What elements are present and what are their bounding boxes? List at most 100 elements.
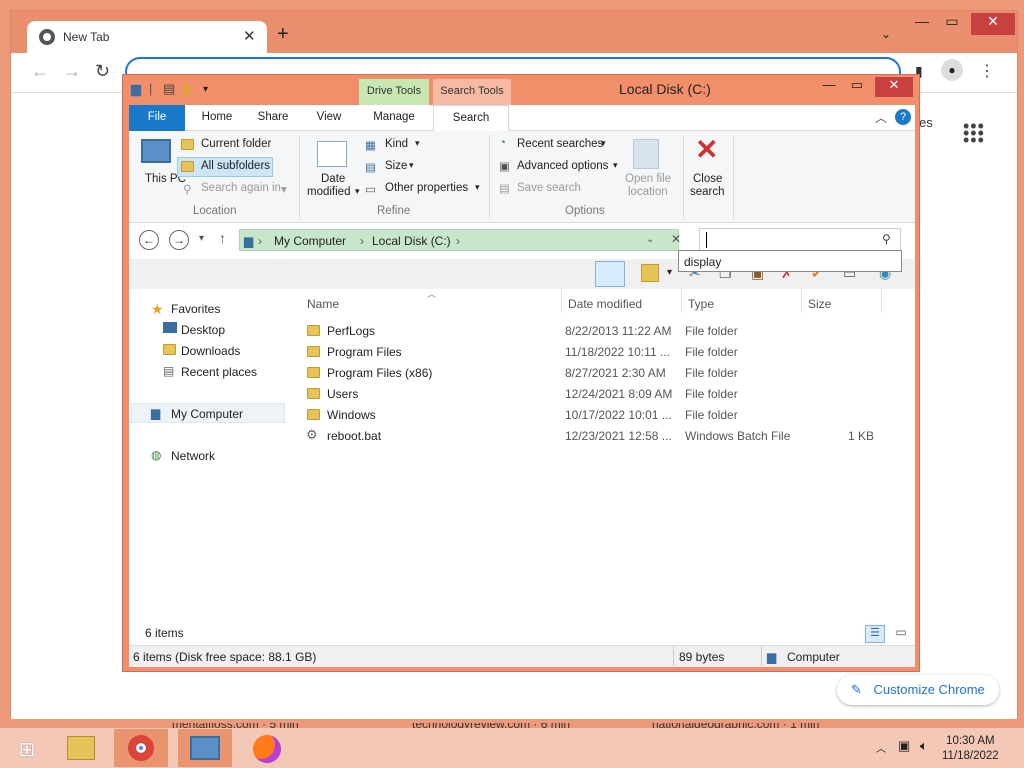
search-input[interactable]: ⚲: [699, 228, 901, 252]
nav-desktop[interactable]: Desktop: [181, 323, 225, 337]
help-icon[interactable]: ?: [895, 109, 911, 125]
minimize-ribbon-icon[interactable]: ︿: [875, 109, 887, 126]
taskbar-chrome[interactable]: [114, 729, 168, 767]
column-size[interactable]: Size: [808, 297, 831, 311]
file-row[interactable]: Users 12/24/2021 8:09 AM File folder: [303, 384, 903, 404]
new-folder-icon[interactable]: ▮: [183, 81, 190, 97]
select-folder-icon[interactable]: [641, 264, 659, 282]
chrome-tab-new-tab[interactable]: New Tab ✕: [27, 21, 267, 53]
show-hidden-icons-icon[interactable]: ︿: [876, 740, 886, 755]
search-suggestion[interactable]: display: [678, 250, 902, 272]
file-name: reboot.bat: [327, 429, 382, 443]
file-row[interactable]: Program Files 11/18/2022 10:11 ... File …: [303, 342, 903, 362]
chevron-right-icon[interactable]: ›: [456, 234, 460, 248]
preview-pane-icon[interactable]: [595, 261, 625, 287]
file-row[interactable]: ⚙ reboot.bat 12/23/2021 12:58 ... Window…: [303, 426, 903, 446]
close-search-label-2[interactable]: search: [690, 186, 725, 198]
start-button[interactable]: ⊞: [0, 729, 54, 767]
column-separator[interactable]: [681, 289, 682, 313]
column-separator[interactable]: [881, 289, 882, 313]
file-row[interactable]: Program Files (x86) 8/27/2021 2:30 AM Fi…: [303, 363, 903, 383]
date-modified-label-1[interactable]: Date: [321, 173, 345, 185]
column-type[interactable]: Type: [688, 297, 714, 311]
up-icon[interactable]: ↑: [219, 230, 226, 246]
nav-favorites[interactable]: Favorites: [171, 302, 220, 316]
tab-share[interactable]: Share: [245, 105, 301, 131]
kind-button[interactable]: Kind: [385, 138, 408, 150]
column-separator[interactable]: [561, 289, 562, 313]
chrome-menu-icon[interactable]: ⋮: [979, 61, 995, 81]
chevron-right-icon[interactable]: ›: [360, 234, 364, 248]
address-dropdown-icon[interactable]: ⌄: [646, 234, 654, 245]
file-row[interactable]: PerfLogs 8/22/2013 11:22 AM File folder: [303, 321, 903, 341]
recent-locations-icon[interactable]: ▾: [199, 233, 204, 244]
volume-icon[interactable]: 🔈︎: [920, 738, 928, 754]
size-button[interactable]: Size: [385, 160, 407, 172]
customize-chrome-button[interactable]: ✎ Customize Chrome: [837, 675, 999, 705]
tab-file[interactable]: File: [129, 105, 185, 131]
nav-my-computer[interactable]: My Computer: [171, 407, 243, 421]
back-icon[interactable]: ←: [31, 61, 49, 82]
reload-icon[interactable]: ↻: [95, 61, 110, 82]
chrome-minimize-button[interactable]: —: [907, 13, 937, 35]
explorer-minimize-button[interactable]: —: [815, 77, 843, 97]
properties-icon[interactable]: ▤: [163, 81, 175, 97]
tab-home[interactable]: Home: [189, 105, 245, 131]
tab-search[interactable]: Search: [433, 105, 509, 132]
taskbar-clock[interactable]: 10:30 AM 11/18/2022: [942, 734, 999, 764]
forward-icon[interactable]: →: [169, 230, 189, 250]
taskbar-file-explorer[interactable]: [54, 729, 108, 767]
explorer-close-button[interactable]: ✕: [875, 77, 913, 97]
profile-icon[interactable]: ●: [941, 59, 963, 81]
search-tools-context-tab[interactable]: Search Tools: [433, 79, 511, 105]
kind-icon: ▦: [365, 140, 376, 152]
file-row[interactable]: Windows 10/17/2022 10:01 ... File folder: [303, 405, 903, 425]
close-tab-icon[interactable]: ✕: [243, 27, 256, 45]
address-bar[interactable]: ▆ › My Computer › Local Disk (C:) › ⌄: [239, 229, 679, 251]
nav-recent-places[interactable]: Recent places: [181, 365, 257, 379]
chevron-right-icon[interactable]: ›: [258, 234, 262, 248]
file-size: 1 KB: [848, 429, 875, 443]
details-view-icon[interactable]: ☰: [865, 625, 885, 643]
close-search-label-1[interactable]: Close: [693, 173, 722, 185]
breadcrumb-my-computer[interactable]: My Computer: [274, 234, 346, 248]
advanced-options-button[interactable]: Advanced options: [517, 160, 608, 172]
tab-manage[interactable]: Manage: [361, 105, 427, 131]
open-file-location-label-2[interactable]: location: [628, 186, 668, 198]
tab-search-icon[interactable]: ⌄: [881, 27, 891, 41]
new-tab-button[interactable]: +: [277, 23, 289, 46]
clear-search-icon[interactable]: ✕: [671, 232, 681, 246]
back-icon[interactable]: ←: [139, 230, 159, 250]
large-icons-view-icon[interactable]: ▭: [891, 625, 911, 643]
computer-icon[interactable]: ▆: [131, 81, 141, 97]
drive-tools-context-tab[interactable]: Drive Tools: [359, 79, 429, 105]
chevron-down-icon[interactable]: ▾: [667, 267, 672, 278]
network-tray-icon[interactable]: ▣: [898, 738, 910, 754]
search-icon[interactable]: ⚲: [882, 232, 891, 246]
clock-time: 10:30 AM: [946, 735, 995, 747]
google-apps-icon[interactable]: ••• ••• •••: [963, 117, 985, 149]
date-modified-label-2[interactable]: modified: [307, 186, 350, 198]
all-subfolders-button[interactable]: All subfolders: [201, 160, 270, 172]
column-separator[interactable]: [801, 289, 802, 313]
nav-network[interactable]: Network: [171, 449, 215, 463]
breadcrumb-local-disk[interactable]: Local Disk (C:): [372, 234, 451, 248]
other-properties-button[interactable]: Other properties: [385, 182, 468, 194]
forward-icon[interactable]: →: [63, 61, 81, 82]
tab-view[interactable]: View: [301, 105, 357, 131]
column-name[interactable]: Name: [307, 297, 339, 311]
taskbar-control-panel[interactable]: [178, 729, 232, 767]
nav-downloads[interactable]: Downloads: [181, 344, 240, 358]
qat-dropdown-icon[interactable]: ▾: [203, 84, 208, 95]
chrome-maximize-button[interactable]: ▭: [937, 13, 967, 35]
save-search-button[interactable]: Save search: [517, 182, 581, 194]
column-date-modified[interactable]: Date modified: [568, 297, 642, 311]
taskbar-firefox[interactable]: [240, 729, 294, 767]
current-folder-button[interactable]: Current folder: [201, 138, 271, 150]
search-again-button[interactable]: Search again in: [201, 182, 281, 194]
explorer-maximize-button[interactable]: ▭: [843, 77, 871, 97]
ribbon-separator: [489, 135, 490, 219]
open-file-location-label-1[interactable]: Open file: [625, 173, 671, 185]
recent-searches-button[interactable]: Recent searches: [517, 138, 603, 150]
chrome-close-button[interactable]: ✕: [971, 13, 1015, 35]
